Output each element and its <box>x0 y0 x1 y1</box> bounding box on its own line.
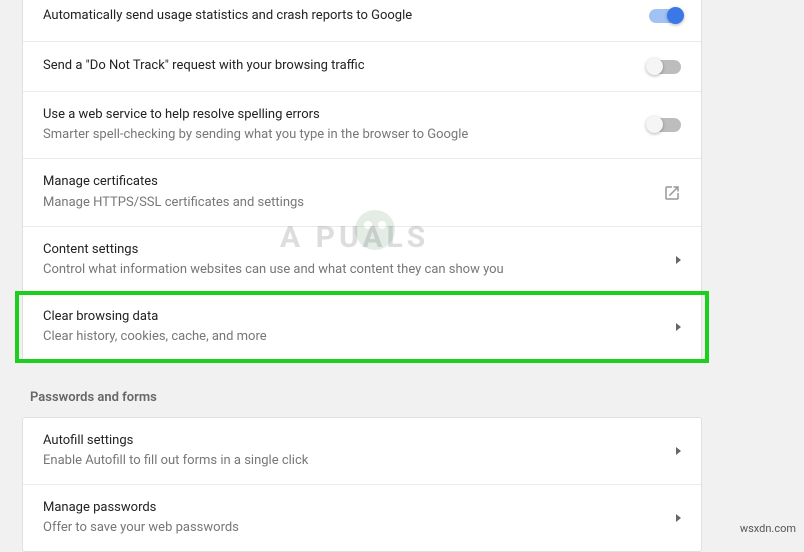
passwords-forms-panel: Autofill settings Enable Autofill to fil… <box>22 417 702 552</box>
row-text: Automatically send usage statistics and … <box>43 7 412 25</box>
do-not-track-toggle[interactable] <box>649 60 681 74</box>
chevron-right-icon <box>676 256 681 264</box>
row-text: Content settings Control what informatio… <box>43 241 504 279</box>
row-text: Use a web service to help resolve spelli… <box>43 106 468 144</box>
manage-certificates-desc: Manage HTTPS/SSL certificates and settin… <box>43 194 304 212</box>
spell-check-desc: Smarter spell-checking by sending what y… <box>43 126 468 144</box>
manage-passwords-desc: Offer to save your web passwords <box>43 519 239 537</box>
chevron-right-icon <box>676 514 681 522</box>
content-settings-row[interactable]: Content settings Control what informatio… <box>23 226 701 293</box>
manage-certificates-row[interactable]: Manage certificates Manage HTTPS/SSL cer… <box>23 158 701 225</box>
manage-certificates-title: Manage certificates <box>43 173 304 191</box>
usage-statistics-row[interactable]: Automatically send usage statistics and … <box>23 0 701 41</box>
manage-passwords-row[interactable]: Manage passwords Offer to save your web … <box>23 484 701 551</box>
clear-browsing-data-desc: Clear history, cookies, cache, and more <box>43 328 267 346</box>
attribution-text: wsxdn.com <box>740 522 796 535</box>
content-settings-desc: Control what information websites can us… <box>43 261 504 279</box>
usage-statistics-toggle[interactable] <box>649 9 681 23</box>
spell-check-title: Use a web service to help resolve spelli… <box>43 106 468 124</box>
autofill-settings-title: Autofill settings <box>43 432 308 450</box>
do-not-track-row[interactable]: Send a "Do Not Track" request with your … <box>23 41 701 91</box>
row-text: Clear browsing data Clear history, cooki… <box>43 308 267 346</box>
autofill-settings-desc: Enable Autofill to fill out forms in a s… <box>43 452 308 470</box>
manage-passwords-title: Manage passwords <box>43 499 239 517</box>
spell-check-toggle[interactable] <box>649 118 681 132</box>
spell-check-row[interactable]: Use a web service to help resolve spelli… <box>23 91 701 158</box>
external-link-icon <box>663 184 681 202</box>
passwords-forms-section-title: Passwords and forms <box>30 390 782 405</box>
content-settings-title: Content settings <box>43 241 504 259</box>
do-not-track-title: Send a "Do Not Track" request with your … <box>43 57 365 75</box>
autofill-settings-row[interactable]: Autofill settings Enable Autofill to fil… <box>23 418 701 484</box>
clear-browsing-data-row[interactable]: Clear browsing data Clear history, cooki… <box>17 293 707 360</box>
row-text: Manage certificates Manage HTTPS/SSL cer… <box>43 173 304 211</box>
chevron-right-icon <box>676 447 681 455</box>
row-text: Send a "Do Not Track" request with your … <box>43 57 365 75</box>
privacy-settings-panel: Automatically send usage statistics and … <box>22 0 702 362</box>
row-text: Autofill settings Enable Autofill to fil… <box>43 432 308 470</box>
chevron-right-icon <box>676 323 681 331</box>
clear-browsing-data-title: Clear browsing data <box>43 308 267 326</box>
row-text: Manage passwords Offer to save your web … <box>43 499 239 537</box>
usage-statistics-title: Automatically send usage statistics and … <box>43 7 412 25</box>
